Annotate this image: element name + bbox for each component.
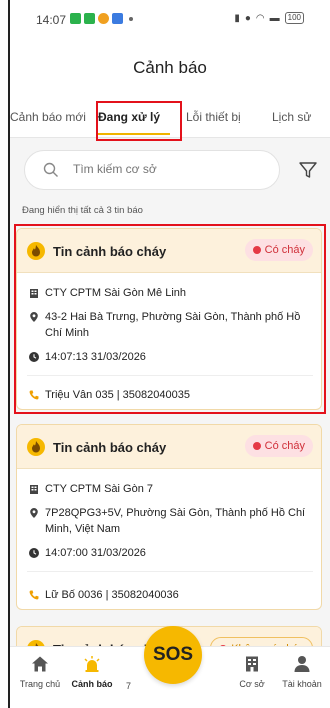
alert-card[interactable]: Tin cảnh báo cháy Có cháy CTY CPTM Sài G… <box>16 424 322 610</box>
alert-card-header: Tin cảnh báo cháy Có cháy <box>17 425 321 469</box>
search-input[interactable] <box>73 162 263 176</box>
card-highlight-box <box>14 224 326 414</box>
wifi-icon: ◠ <box>255 12 265 24</box>
status-indicators: ▮ ● ◠ ▬ 100 <box>234 12 304 24</box>
tab-device-errors[interactable]: Lỗi thiết bị <box>186 110 241 124</box>
tab-highlight-box <box>96 101 182 141</box>
card-divider <box>27 571 313 572</box>
nav-account[interactable]: Tài khoản <box>272 655 330 689</box>
more-notifications-icon <box>129 16 133 21</box>
status-bar: 14:07 ▮ ● ◠ ▬ 100 <box>10 0 330 40</box>
sos-button[interactable]: SOS <box>144 626 202 684</box>
nav-account-label: Tài khoản <box>282 679 322 689</box>
company-name: CTY CPTM Sài Gòn 7 <box>45 483 153 495</box>
filter-icon[interactable] <box>298 160 318 180</box>
nav-home[interactable]: Trang chủ <box>10 655 70 689</box>
app-screen: 14:07 ▮ ● ◠ ▬ 100 Cảnh báo Cảnh báo mới … <box>10 0 330 708</box>
clock-icon <box>29 548 39 558</box>
page-header: Cảnh báo <box>10 40 330 96</box>
location-pin-icon <box>30 508 38 518</box>
battery-icon: 100 <box>284 12 304 24</box>
status-time: 14:07 <box>36 13 67 27</box>
tab-new-alerts[interactable]: Cảnh báo mới <box>10 110 86 124</box>
status-app-icons <box>70 13 133 24</box>
app-notification-icon <box>112 13 123 24</box>
nav-partial-text: 7 <box>126 681 132 691</box>
page-title: Cảnh báo <box>133 58 207 77</box>
home-icon <box>32 656 48 672</box>
alert-time: 14:07:00 31/03/2026 <box>45 547 146 559</box>
vibrate-icon: ▮ <box>234 12 240 24</box>
search-icon <box>43 162 58 177</box>
address-text: 7P28QPG3+5V, Phường Sài Gòn, Thành phố H… <box>45 507 306 535</box>
alert-title: Tin cảnh báo cháy <box>53 440 167 455</box>
app-notification-icon <box>70 13 81 24</box>
cast-icon: ▬ <box>269 12 280 24</box>
nav-alerts[interactable]: Cảnh báo <box>62 655 122 689</box>
building-icon <box>30 485 38 494</box>
fire-icon <box>27 438 45 456</box>
location-icon: ● <box>244 12 251 24</box>
search-box[interactable] <box>24 150 280 190</box>
result-count-text: Đang hiển thị tất cả 3 tin báo <box>22 205 143 216</box>
alarm-icon <box>84 656 100 672</box>
app-notification-icon <box>98 13 109 24</box>
building-icon <box>246 656 258 672</box>
phone-icon <box>29 590 39 600</box>
user-icon <box>294 656 310 672</box>
nav-alerts-label: Cảnh báo <box>71 679 113 689</box>
app-notification-icon <box>84 13 95 24</box>
fire-status-badge: Có cháy <box>244 435 313 457</box>
left-rail <box>0 0 10 708</box>
contact-text: Lữ Bố 0036 | 35082040036 <box>45 589 179 601</box>
nav-home-label: Trang chủ <box>19 679 61 689</box>
tab-history[interactable]: Lịch sử <box>272 110 311 124</box>
